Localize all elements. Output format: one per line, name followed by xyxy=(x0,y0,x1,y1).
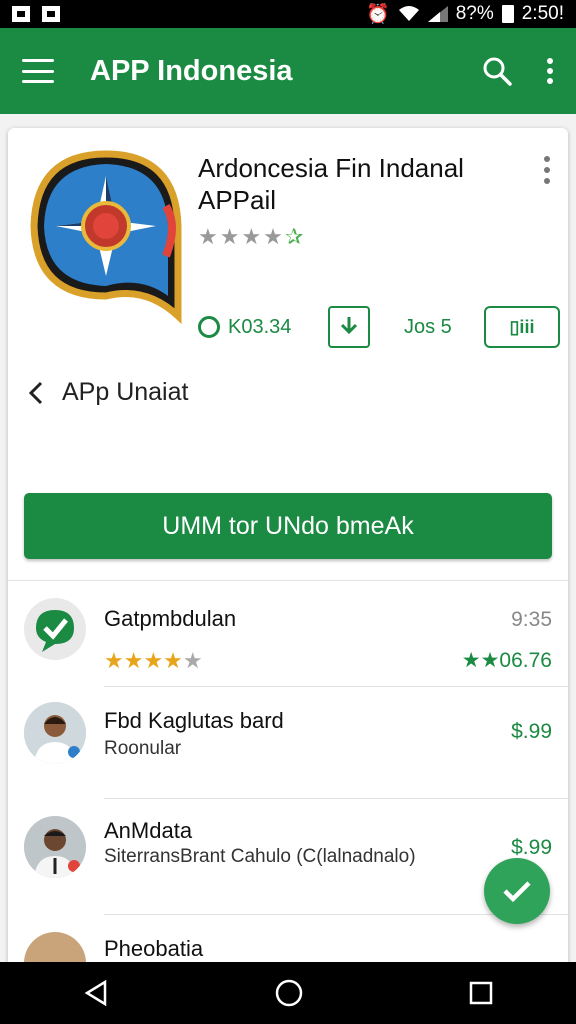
search-icon[interactable] xyxy=(482,56,512,86)
avatar xyxy=(24,702,86,764)
image-notification-icon xyxy=(42,6,60,22)
check-icon xyxy=(503,881,531,903)
notification-icon xyxy=(12,6,30,22)
install-count: Jos 5 xyxy=(404,315,452,338)
app-detail-card: Ardoncesia Fin Indanal APPail ★★★★✰ K03.… xyxy=(8,128,568,968)
home-nav-icon[interactable] xyxy=(275,979,303,1007)
app-rating: ★★★★✰ xyxy=(198,224,306,249)
primary-action-button[interactable]: UMM tor UNdo bmeAk xyxy=(24,493,552,559)
clock: 2:50! xyxy=(521,3,564,24)
battery-percent: 8?% xyxy=(455,3,494,24)
avatar xyxy=(24,816,86,878)
status-bar: ⏰ 8?% 2:50! xyxy=(0,0,576,28)
list-item[interactable]: Pheobatia xyxy=(8,914,568,968)
battery-icon xyxy=(501,5,514,23)
recents-nav-icon[interactable] xyxy=(469,981,493,1005)
list-item[interactable]: Fbd Kaglutas bard Roonular $.99 xyxy=(8,686,568,798)
app-name: Ardoncesia Fin Indanal APPail xyxy=(198,153,464,215)
menu-icon[interactable] xyxy=(22,59,54,83)
app-title: APP Indonesia xyxy=(90,54,293,87)
download-icon xyxy=(340,317,358,335)
wifi-icon xyxy=(398,6,419,21)
app-logo-icon xyxy=(30,150,182,325)
back-nav-icon[interactable] xyxy=(83,979,109,1007)
back-link[interactable]: APp Unaiat xyxy=(28,378,188,407)
circle-icon xyxy=(198,316,220,338)
more-vert-icon[interactable] xyxy=(546,57,554,85)
card-more-icon[interactable] xyxy=(542,156,552,184)
app-size: K03.34 xyxy=(198,316,291,339)
chat-check-icon xyxy=(24,598,86,660)
ticket-button[interactable]: ▯iii xyxy=(484,306,560,348)
row-rating: ★★★★★ xyxy=(104,648,203,673)
app-meta-row: K03.34 Jos 5 ▯iii xyxy=(198,306,560,348)
app-bar: APP Indonesia xyxy=(0,28,576,114)
navigation-bar xyxy=(0,962,576,1024)
confirm-fab-button[interactable] xyxy=(484,858,550,924)
list-item[interactable]: Gatpmbdulan 9:35 ★★★★★ ★★06.76 xyxy=(8,580,568,686)
signal-icon xyxy=(427,6,448,22)
chevron-left-icon xyxy=(28,381,43,404)
alarm-icon: ⏰ xyxy=(366,4,390,25)
download-button[interactable] xyxy=(328,306,370,348)
